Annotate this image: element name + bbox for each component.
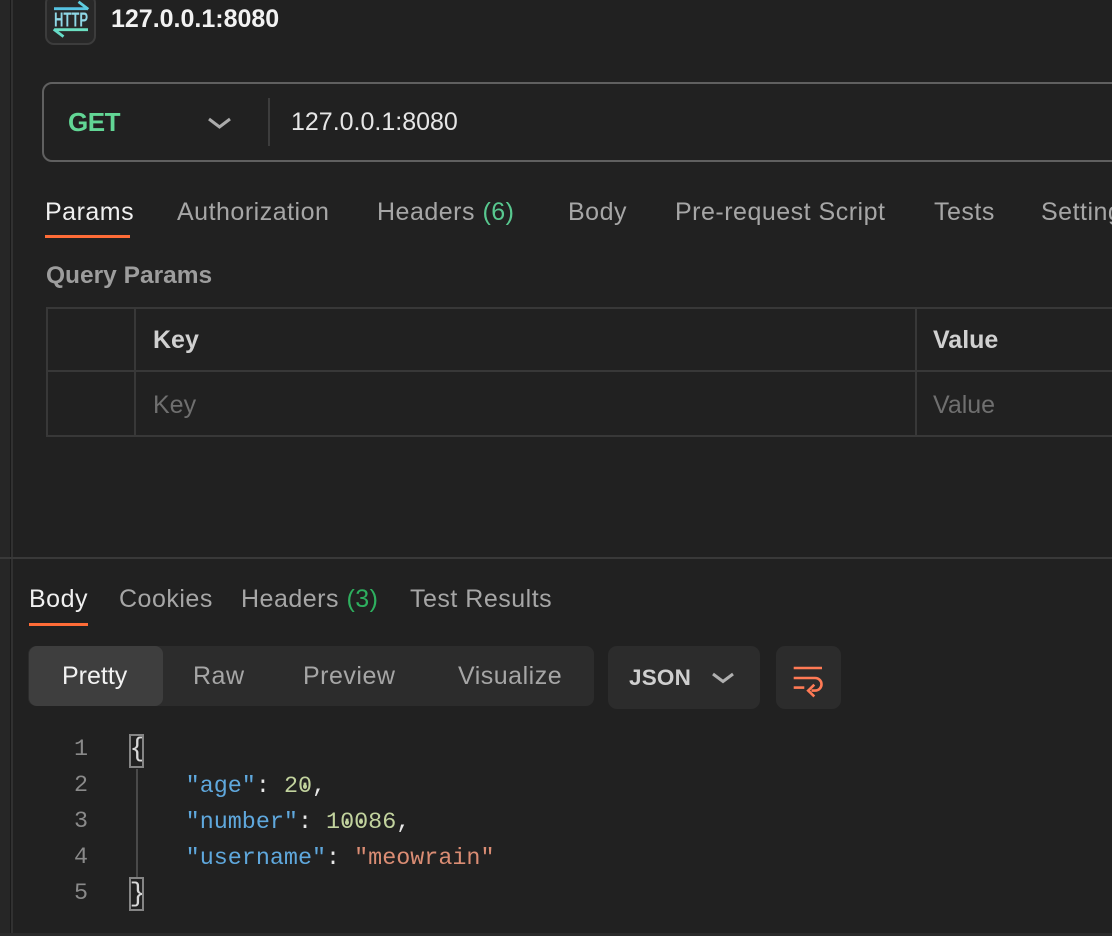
svg-text:HTTP: HTTP xyxy=(54,10,88,32)
